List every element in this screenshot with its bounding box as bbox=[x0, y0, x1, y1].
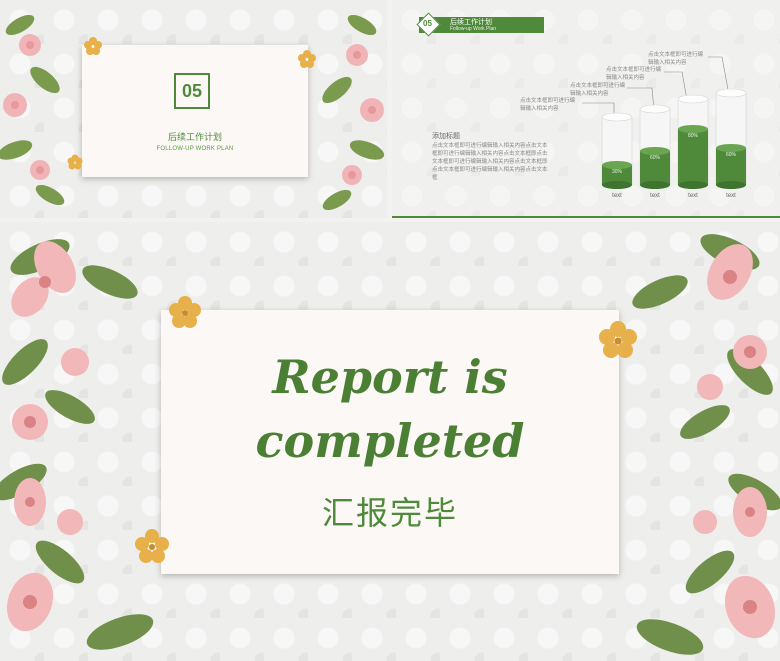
cylinder-bar: 30% text bbox=[601, 112, 633, 199]
slide-thumbnail-1[interactable]: 05 后续工作计划 FOLLOW-UP WORK PLAN bbox=[0, 0, 387, 218]
flower-yellow-icon bbox=[135, 529, 169, 563]
flower-yellow-icon bbox=[298, 50, 316, 68]
closing-title-line1: Report is bbox=[272, 350, 508, 404]
cylinder-fill-top bbox=[602, 161, 632, 169]
cylinder-base bbox=[716, 181, 746, 189]
cylinder-bar: 60% text bbox=[639, 104, 671, 199]
closing-subtitle-cn: 汇报完毕 bbox=[321, 494, 458, 532]
cylinder-value-label: 80% bbox=[688, 133, 699, 139]
flower-yellow-icon bbox=[67, 154, 83, 170]
cylinder-chart-svg: 30% text 60% text 80% text 60% text bbox=[601, 88, 747, 199]
cylinder-cap bbox=[715, 88, 747, 98]
cylinder-value-label: 60% bbox=[726, 152, 737, 158]
cylinder-cap bbox=[677, 94, 709, 104]
section-number: 05 bbox=[181, 80, 203, 101]
cylinder-fill-top bbox=[678, 125, 708, 133]
flower-yellow-icon bbox=[84, 37, 102, 55]
flower-yellow-icon bbox=[169, 296, 201, 328]
cylinder-fill-top bbox=[640, 147, 670, 155]
slide-thumbnail-2[interactable]: 05 后续工作计划 Follow-up Work Plan 添加标题 点击文本框… bbox=[392, 0, 780, 218]
cylinder-base bbox=[602, 181, 632, 189]
cylinder-category-label: text bbox=[726, 193, 736, 199]
closing-title-line2: completed bbox=[255, 414, 525, 468]
floral-border-right bbox=[632, 234, 780, 655]
cylinder-bar: 80% text bbox=[677, 94, 709, 199]
slide1-content-card: 05 后续工作计划 FOLLOW-UP WORK PLAN bbox=[82, 45, 308, 177]
cylinder-category-label: text bbox=[650, 193, 660, 199]
section-title-cn: 后续工作计划 bbox=[167, 133, 222, 143]
cylinder-value-label: 30% bbox=[612, 169, 623, 175]
floral-border-left bbox=[0, 14, 65, 206]
cylinder-bar: 60% text bbox=[715, 88, 747, 199]
cylinder-category-label: text bbox=[688, 193, 698, 199]
floral-border-left bbox=[0, 239, 154, 650]
cylinder-category-label: text bbox=[612, 193, 622, 199]
cylinder-cap bbox=[639, 104, 671, 114]
section-title-en: FOLLOW-UP WORK PLAN bbox=[156, 146, 234, 152]
slide-main[interactable]: Report is completed 汇报完毕 bbox=[0, 222, 780, 661]
closing-card: Report is completed 汇报完毕 bbox=[161, 310, 619, 574]
cylinder-base bbox=[640, 181, 670, 189]
flower-yellow-icon bbox=[599, 321, 637, 358]
cylinder-cap bbox=[601, 112, 633, 122]
section-number-box: 05 bbox=[174, 73, 210, 109]
bottom-rule bbox=[392, 216, 780, 218]
cylinder-base bbox=[678, 181, 708, 189]
cylinder-value-label: 60% bbox=[650, 155, 661, 161]
cylinder-fill-top bbox=[716, 144, 746, 152]
floral-border-right bbox=[322, 14, 385, 211]
